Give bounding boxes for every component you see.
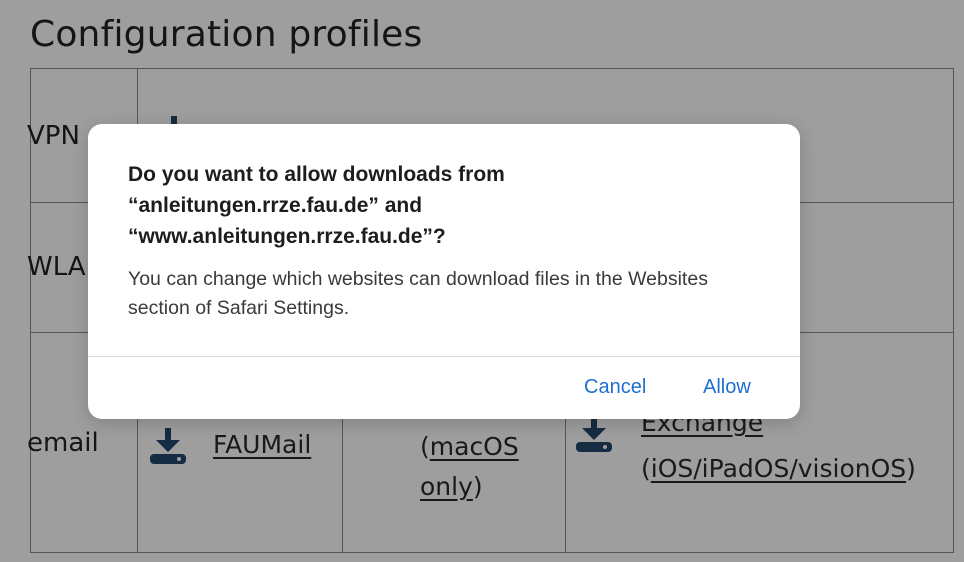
dialog-divider [88, 356, 800, 357]
web-page: Configuration profiles VPN WLAN email FA… [0, 0, 964, 562]
cancel-button[interactable]: Cancel [584, 376, 646, 399]
download-permission-dialog: Do you want to allow downloads from “anl… [88, 124, 800, 419]
dialog-message: You can change which websites can downlo… [128, 268, 708, 319]
allow-button[interactable]: Allow [703, 376, 751, 399]
dialog-title: Do you want to allow downloads from “anl… [128, 163, 505, 248]
